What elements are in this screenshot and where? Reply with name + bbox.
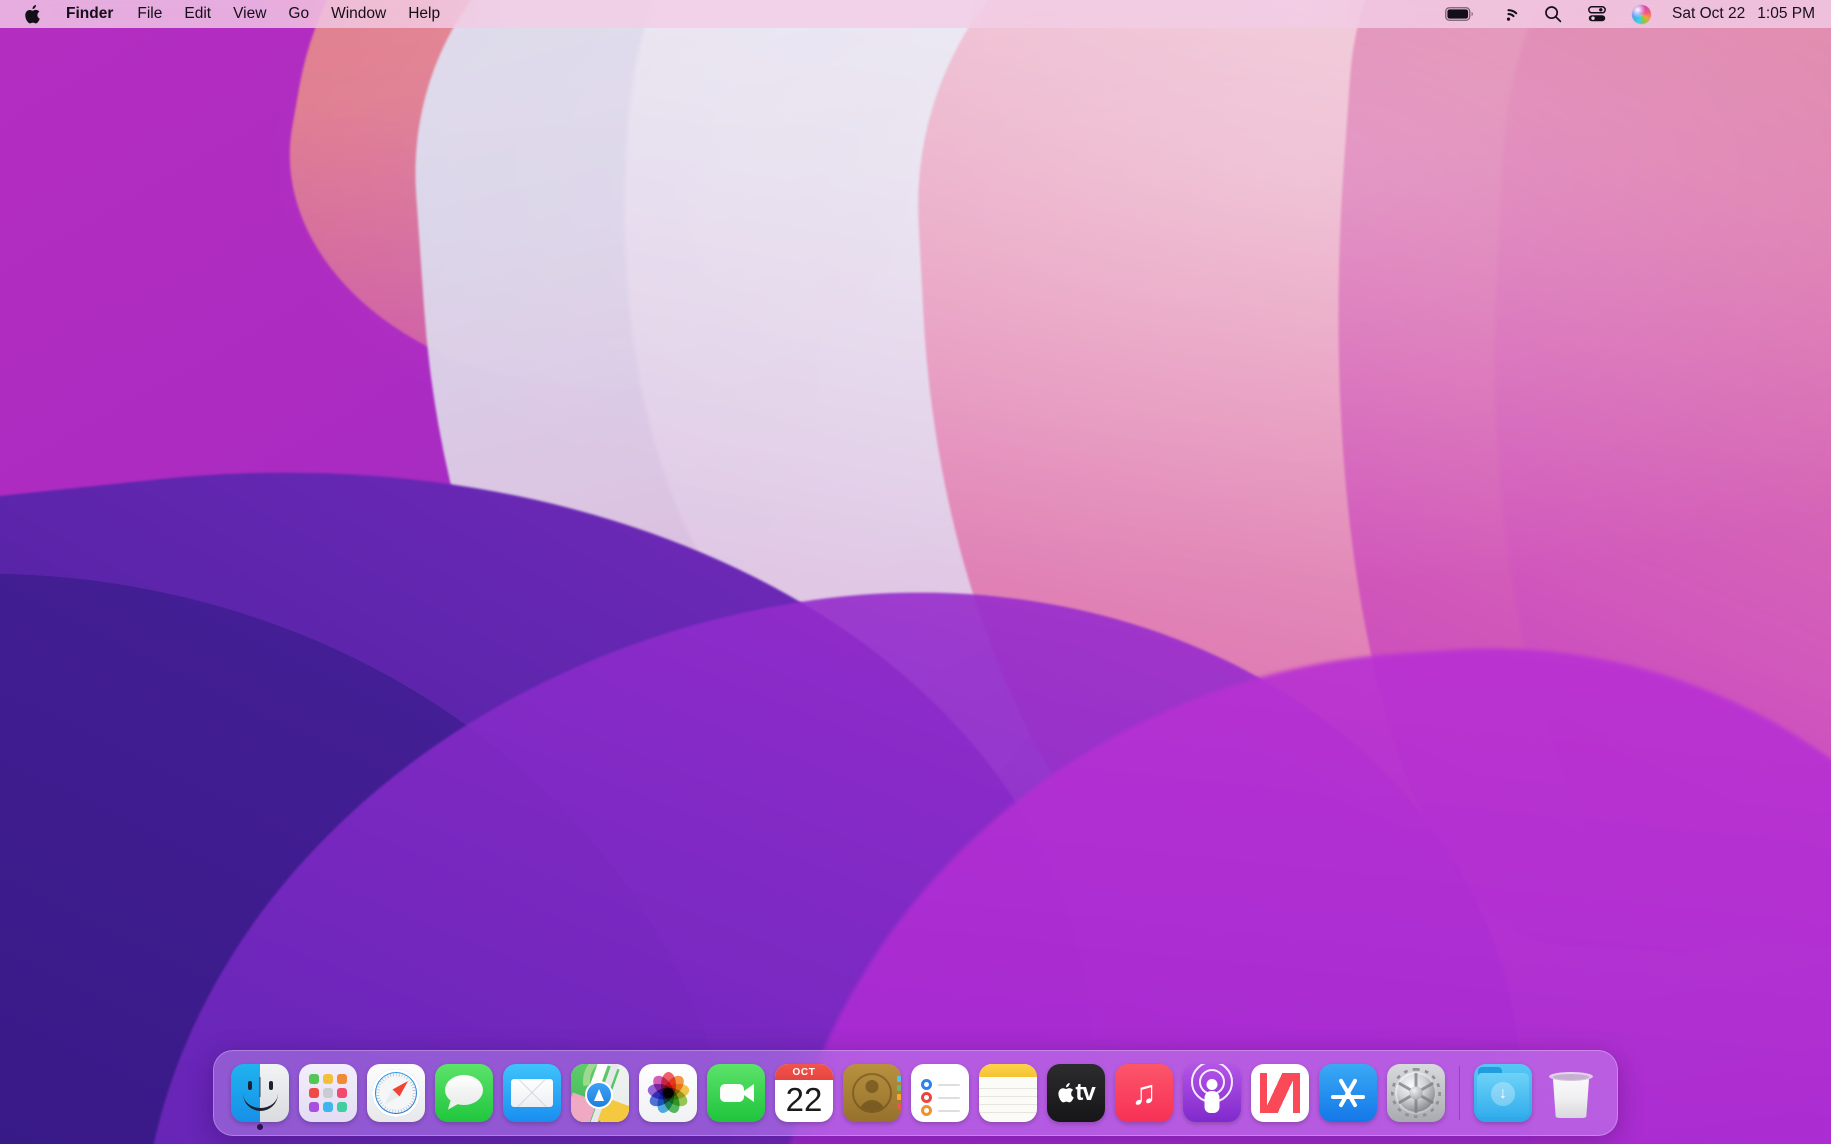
reminders-icon (911, 1064, 969, 1122)
battery-icon[interactable] (1432, 7, 1486, 21)
apple-tv-label: tv (1075, 1079, 1094, 1107)
menu-bar-right: Sat Oct 22 1:05 PM (1432, 5, 1831, 24)
music-icon: ♫ (1115, 1064, 1173, 1122)
reminders-row-1 (921, 1079, 960, 1090)
dock-item-notes[interactable] (974, 1053, 1042, 1133)
menu-item-help[interactable]: Help (397, 4, 451, 24)
dock-item-downloads[interactable]: ↓ (1469, 1053, 1537, 1133)
launchpad-tile-2 (323, 1074, 333, 1084)
menu-item-edit[interactable]: Edit (173, 4, 222, 24)
launchpad-tile-7 (309, 1102, 319, 1112)
contacts-icon (843, 1064, 901, 1122)
mail-icon (503, 1064, 561, 1122)
menu-item-file[interactable]: File (126, 4, 173, 24)
menu-bar-time: 1:05 PM (1757, 5, 1815, 23)
reminders-line-2 (938, 1097, 960, 1099)
dock-item-reminders[interactable] (906, 1053, 974, 1133)
dock-item-messages[interactable] (430, 1053, 498, 1133)
dock-item-photos[interactable] (634, 1053, 702, 1133)
podcasts-icon (1183, 1064, 1241, 1122)
menu-item-finder[interactable]: Finder (53, 4, 126, 24)
desktop-screen: Finder File Edit View Go Window Help (0, 0, 1831, 1144)
facetime-icon (707, 1064, 765, 1122)
dock-item-app-store[interactable] (1314, 1053, 1382, 1133)
app-store-icon (1319, 1064, 1377, 1122)
dock-item-podcasts[interactable] (1178, 1053, 1246, 1133)
apple-logo-icon[interactable] (14, 5, 53, 24)
launchpad-tile-1 (309, 1074, 319, 1084)
dock-item-system-preferences[interactable] (1382, 1053, 1450, 1133)
siri-orb (1632, 5, 1651, 24)
launchpad-tile-5 (323, 1088, 333, 1098)
safari-icon (367, 1064, 425, 1122)
reminders-dot-3 (921, 1105, 932, 1116)
dock-item-music[interactable]: ♫ (1110, 1053, 1178, 1133)
maps-icon (571, 1064, 629, 1122)
dock-item-mail[interactable] (498, 1053, 566, 1133)
menu-bar: Finder File Edit View Go Window Help (0, 0, 1831, 28)
dock-item-launchpad[interactable] (294, 1053, 362, 1133)
apple-tv-icon: tv (1047, 1064, 1105, 1122)
dock-item-safari[interactable] (362, 1053, 430, 1133)
menu-item-go[interactable]: Go (277, 4, 320, 24)
dock-item-tv[interactable]: tv (1042, 1053, 1110, 1133)
launchpad-tile-6 (337, 1088, 347, 1098)
menu-item-view[interactable]: View (222, 4, 277, 24)
launchpad-icon (299, 1064, 357, 1122)
downloads-folder-icon: ↓ (1474, 1064, 1532, 1122)
dock-item-trash[interactable] (1537, 1053, 1605, 1133)
reminders-line-1 (938, 1084, 960, 1086)
desktop-wallpaper (0, 0, 1831, 1144)
trash-icon (1542, 1064, 1600, 1122)
photos-icon (639, 1064, 697, 1122)
reminders-dot-1 (921, 1079, 932, 1090)
calendar-icon: OCT 22 (775, 1064, 833, 1122)
finder-icon (231, 1064, 289, 1122)
dock-item-calendar[interactable]: OCT 22 (770, 1053, 838, 1133)
spotlight-search-icon[interactable] (1531, 5, 1575, 23)
system-preferences-icon (1387, 1064, 1445, 1122)
dock-item-contacts[interactable] (838, 1053, 906, 1133)
dock-item-news[interactable] (1246, 1053, 1314, 1133)
notes-icon (979, 1064, 1037, 1122)
siri-icon[interactable] (1619, 5, 1664, 24)
reminders-line-3 (938, 1110, 960, 1112)
news-icon (1251, 1064, 1309, 1122)
menu-bar-date: Sat Oct 22 (1672, 5, 1745, 23)
menu-item-window[interactable]: Window (320, 4, 397, 24)
messages-icon (435, 1064, 493, 1122)
dock-item-finder[interactable] (226, 1053, 294, 1133)
launchpad-tile-9 (337, 1102, 347, 1112)
launchpad-tile-4 (309, 1088, 319, 1098)
dock-item-facetime[interactable] (702, 1053, 770, 1133)
launchpad-tile-3 (337, 1074, 347, 1084)
dock-item-maps[interactable] (566, 1053, 634, 1133)
wifi-icon[interactable] (1486, 7, 1531, 22)
reminders-row-2 (921, 1092, 960, 1103)
menu-bar-left: Finder File Edit View Go Window Help (0, 4, 451, 24)
control-center-icon[interactable] (1575, 6, 1619, 22)
reminders-dot-2 (921, 1092, 932, 1103)
calendar-day: 22 (775, 1078, 833, 1122)
launchpad-tile-8 (323, 1102, 333, 1112)
menu-bar-clock[interactable]: Sat Oct 22 1:05 PM (1664, 5, 1815, 23)
running-indicator-dot (257, 1124, 263, 1130)
reminders-row-3 (921, 1105, 960, 1116)
dock: OCT 22 (213, 1050, 1618, 1136)
dock-divider (1459, 1066, 1460, 1120)
